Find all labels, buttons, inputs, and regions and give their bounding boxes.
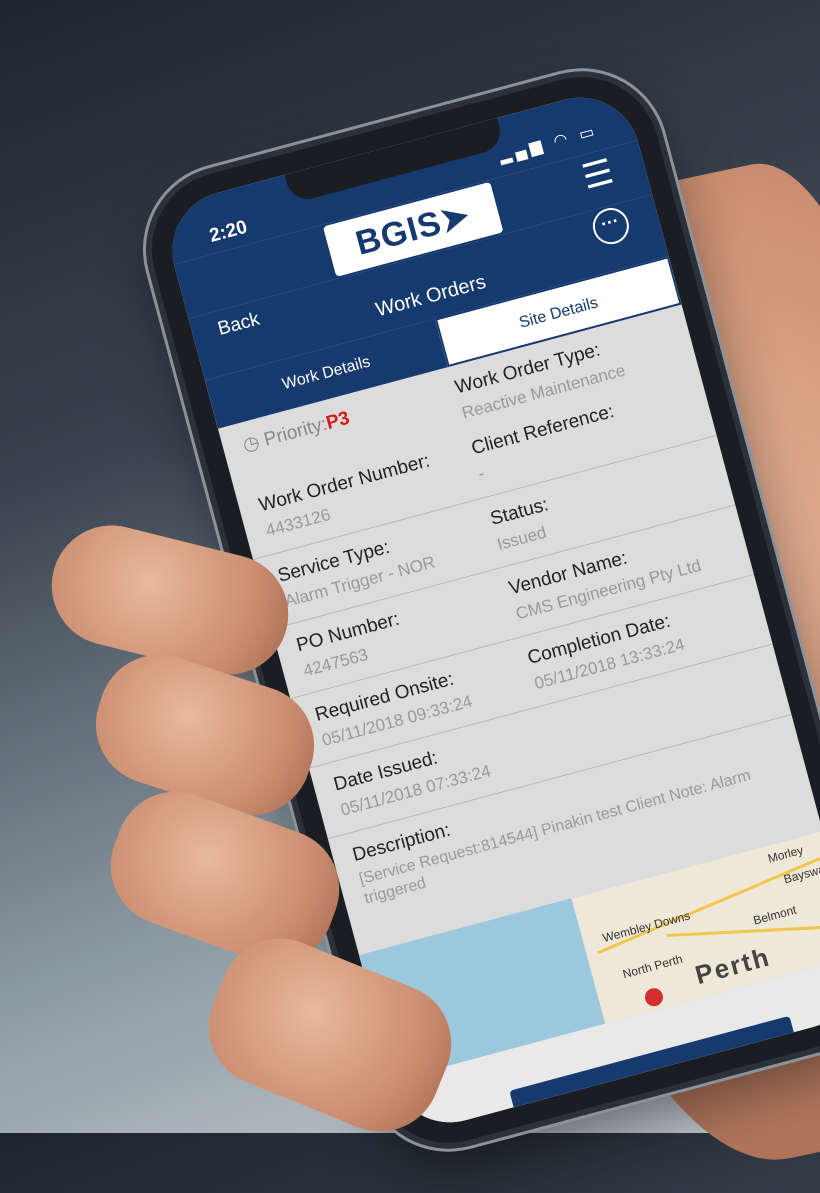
- hamburger-menu-icon[interactable]: ☰: [578, 152, 617, 197]
- priority-value: P3: [323, 407, 352, 435]
- clock-icon: ◷: [240, 431, 263, 457]
- status-time: 2:20: [207, 216, 250, 247]
- priority-label: Priority:: [261, 413, 330, 451]
